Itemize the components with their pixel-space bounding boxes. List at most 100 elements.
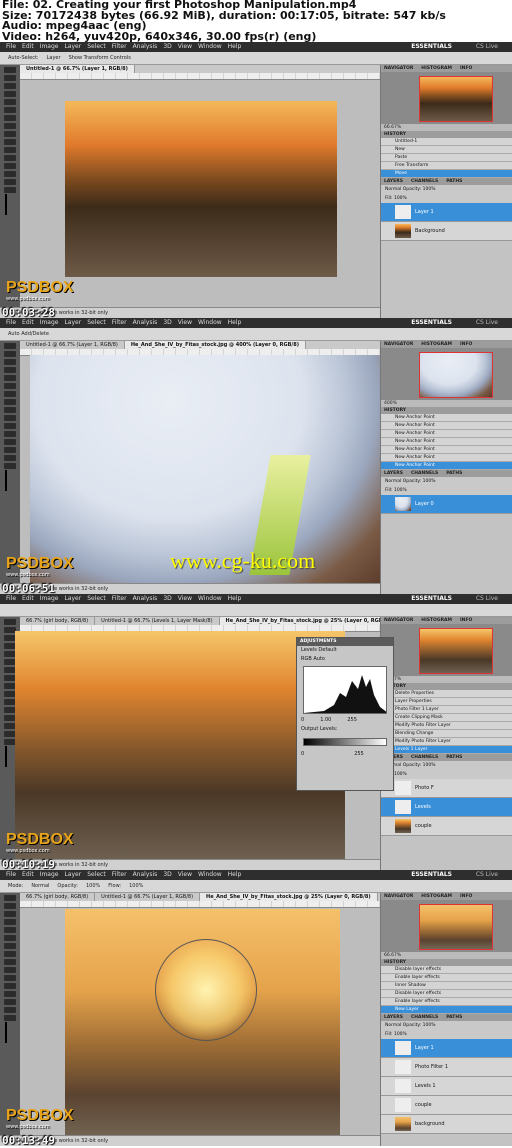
tool-icon[interactable] (4, 895, 16, 901)
fill-field[interactable]: Fill: 100% (385, 488, 407, 493)
menu-item-select[interactable]: Select (87, 43, 106, 50)
menu-item-file[interactable]: File (6, 319, 16, 326)
history-state[interactable]: New Anchor Point (381, 446, 512, 454)
history-state[interactable]: Delete Properties (381, 690, 512, 698)
menu-item-image[interactable]: Image (40, 595, 59, 602)
input-level-field[interactable]: 0 (301, 717, 304, 723)
tool-icon[interactable] (4, 407, 16, 413)
menu-item-filter[interactable]: Filter (112, 319, 127, 326)
workspace-button[interactable]: ESSENTIALS (411, 42, 452, 52)
history-state[interactable]: Create Clipping Mask (381, 714, 512, 722)
history-state[interactable]: Modify Photo Filter Layer (381, 738, 512, 746)
tool-icon[interactable] (4, 943, 16, 949)
panel-tab[interactable]: NAVIGATOR (384, 66, 413, 71)
history-state[interactable]: Photo Filter 1 Layer (381, 706, 512, 714)
document-tab[interactable]: Untitled-1 @ 66.7% (Layer 1, RGB/8) (20, 341, 125, 349)
layer-row[interactable]: Levels 1 (381, 1077, 512, 1096)
tool-icon[interactable] (4, 991, 16, 997)
tool-icon[interactable] (4, 383, 16, 389)
menu-item-image[interactable]: Image (40, 871, 59, 878)
menu-item-view[interactable]: View (178, 43, 192, 50)
tool-icon[interactable] (4, 375, 16, 381)
output-level-field[interactable]: 255 (354, 751, 364, 757)
blend-mode-select[interactable]: Normal (385, 1023, 401, 1028)
tool-icon[interactable] (4, 1015, 16, 1021)
tool-icon[interactable] (4, 967, 16, 973)
tool-icon[interactable] (4, 139, 16, 145)
menu-item-edit[interactable]: Edit (22, 871, 34, 878)
menu-item-view[interactable]: View (178, 319, 192, 326)
tool-icon[interactable] (4, 935, 16, 941)
menu-item-help[interactable]: Help (228, 871, 242, 878)
tool-icon[interactable] (4, 415, 16, 421)
history-state[interactable]: Free Transform (381, 162, 512, 170)
opacity-field[interactable]: Opacity: 100% (403, 763, 436, 768)
navigator-thumbnail[interactable] (419, 904, 493, 950)
tool-icon[interactable] (4, 163, 16, 169)
auto-button[interactable]: Auto (313, 656, 325, 662)
menu-item-edit[interactable]: Edit (22, 319, 34, 326)
workspace-button[interactable]: ESSENTIALS (411, 318, 452, 328)
layer-row[interactable]: couple (381, 817, 512, 836)
menu-item-layer[interactable]: Layer (64, 871, 81, 878)
tool-icon[interactable] (4, 423, 16, 429)
tool-icon[interactable] (4, 359, 16, 365)
tool-icon[interactable] (4, 619, 16, 625)
tool-icon[interactable] (4, 131, 16, 137)
option-item[interactable]: 100% (86, 883, 100, 889)
menu-item-analysis[interactable]: Analysis (133, 43, 158, 50)
option-item[interactable]: Show Transform Controls (69, 55, 131, 61)
history-state[interactable]: New Anchor Point (381, 430, 512, 438)
history-tab[interactable]: HISTORY (381, 683, 512, 690)
layer-row[interactable]: background (381, 1115, 512, 1134)
history-state[interactable]: Disable layer effects (381, 966, 512, 974)
history-state[interactable]: Untitled-1 (381, 138, 512, 146)
menu-item-filter[interactable]: Filter (112, 595, 127, 602)
menu-item-file[interactable]: File (6, 871, 16, 878)
panel-tab[interactable]: PATHS (446, 471, 462, 476)
color-swatch[interactable] (5, 746, 7, 767)
panel-tab[interactable]: INFO (460, 66, 472, 71)
menu-item-3d[interactable]: 3D (163, 595, 171, 602)
tool-icon[interactable] (4, 123, 16, 129)
document-tab[interactable]: He_And_She_IV_by_Fitas_stock.jpg @ 25% (… (200, 893, 378, 901)
layer-row[interactable]: Background (381, 222, 512, 241)
output-level-field[interactable]: 0 (301, 751, 304, 757)
layer-row[interactable]: Layer 1 (381, 203, 512, 222)
menu-item-3d[interactable]: 3D (163, 43, 171, 50)
history-state[interactable]: Levels 1 Layer (381, 746, 512, 754)
option-item[interactable]: Flow: (108, 883, 121, 889)
menu-item-select[interactable]: Select (87, 319, 106, 326)
history-state[interactable]: New Anchor Point (381, 462, 512, 470)
panel-tab[interactable]: CHANNELS (411, 755, 438, 760)
document-tab[interactable]: Untitled-1 @ 66.7% (Levels 1, Layer Mask… (95, 617, 220, 625)
history-state[interactable]: Modify Photo Filter Layer (381, 722, 512, 730)
tool-icon[interactable] (4, 999, 16, 1005)
tool-icon[interactable] (4, 83, 16, 89)
document-tab[interactable]: He_And_She_IV_by_Fitas_stock.jpg @ 25% (… (219, 617, 380, 625)
history-state[interactable]: Disable layer effects (381, 990, 512, 998)
tool-icon[interactable] (4, 903, 16, 909)
opacity-field[interactable]: Opacity: 100% (403, 1023, 436, 1028)
tool-icon[interactable] (4, 951, 16, 957)
tool-icon[interactable] (4, 391, 16, 397)
workspace-button[interactable]: ESSENTIALS (411, 594, 452, 604)
input-level-field[interactable]: 255 (347, 717, 357, 723)
tool-icon[interactable] (4, 919, 16, 925)
history-state[interactable]: New (381, 146, 512, 154)
panel-tab[interactable]: LAYERS (384, 179, 403, 184)
panel-tab[interactable]: LAYERS (384, 471, 403, 476)
menu-item-window[interactable]: Window (198, 43, 222, 50)
channel-select[interactable]: RGB (301, 656, 312, 662)
tool-icon[interactable] (4, 343, 16, 349)
menu-item-edit[interactable]: Edit (22, 43, 34, 50)
layer-row[interactable]: Layer 1 (381, 1039, 512, 1058)
menu-item-view[interactable]: View (178, 871, 192, 878)
preset-select[interactable]: Default (318, 647, 336, 653)
tool-icon[interactable] (4, 983, 16, 989)
history-tab[interactable]: HISTORY (381, 959, 512, 966)
option-item[interactable]: Mode: (8, 883, 23, 889)
panel-tab[interactable]: PATHS (446, 755, 462, 760)
panel-tab[interactable]: HISTOGRAM (421, 894, 452, 899)
tool-icon[interactable] (4, 171, 16, 177)
